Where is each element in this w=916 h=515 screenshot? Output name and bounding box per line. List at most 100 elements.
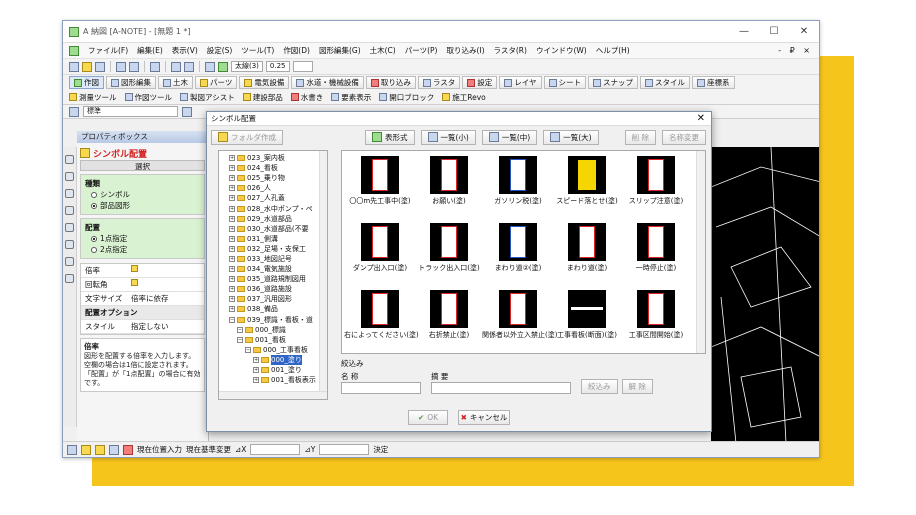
expand-icon[interactable]: + — [229, 245, 235, 252]
tool-icon-7[interactable] — [65, 257, 74, 266]
tree-hscrollbar[interactable] — [219, 391, 327, 399]
radio-two-point[interactable]: 2点指定 — [91, 244, 200, 255]
tab-layer[interactable]: レイヤ — [499, 76, 542, 89]
undo-icon[interactable] — [171, 61, 181, 72]
print-icon[interactable] — [150, 61, 160, 72]
tree-node[interactable]: +037_汎用図形 — [223, 294, 327, 304]
symbol-item[interactable]: 〇〇m先工事中(塗) — [344, 153, 416, 217]
tab-import[interactable]: 取り込み — [365, 76, 416, 89]
view-small-button[interactable]: 一覧(小) — [420, 129, 476, 145]
ortho-icon[interactable] — [95, 444, 105, 455]
maximize-button[interactable]: ☐ — [759, 26, 789, 37]
tree-node[interactable]: +035_道路規制図用 — [223, 274, 327, 284]
confirm-button[interactable]: 決定 — [373, 444, 388, 455]
snap-mode-icon[interactable] — [81, 444, 91, 455]
tool-icon-8[interactable] — [65, 274, 74, 283]
tree-node[interactable]: +034_電気施設 — [223, 264, 327, 274]
symbol-item[interactable]: 右折禁止(塗) — [413, 287, 485, 351]
open-icon[interactable] — [82, 61, 92, 72]
tab-parts[interactable]: パーツ — [195, 76, 238, 89]
cancel-button[interactable]: ✖ キャンセル — [458, 410, 510, 425]
view-large-button[interactable]: 一覧(大) — [543, 129, 599, 145]
expand-icon[interactable]: + — [229, 286, 235, 293]
tree-node[interactable]: +036_道路施設 — [223, 284, 327, 294]
tree-node[interactable]: +025_乗り物 — [223, 173, 327, 183]
tree-node[interactable]: +026_人 — [223, 183, 327, 193]
status-mode1[interactable]: 現在位置入力 — [137, 444, 182, 455]
expand-icon[interactable]: + — [229, 255, 235, 262]
expand-icon[interactable]: + — [229, 276, 235, 283]
tab-revo[interactable]: 施工Revo — [442, 92, 486, 103]
tree-node[interactable]: +001_看板表示 — [223, 375, 327, 385]
tab-raster[interactable]: ラスタ — [417, 76, 461, 89]
dy-input[interactable] — [319, 444, 370, 455]
symbol-item[interactable]: まわり道(塗) — [551, 220, 623, 284]
drawing-canvas[interactable] — [711, 147, 819, 443]
menu-import[interactable]: 取り込み(I) — [446, 45, 484, 56]
expand-icon[interactable]: + — [253, 367, 259, 374]
symbol-item[interactable]: 工事区間開始(塗) — [620, 287, 692, 351]
tree-node[interactable]: +024_看板 — [223, 163, 327, 173]
filter-desc-input[interactable] — [431, 382, 571, 394]
table-icon[interactable] — [123, 444, 133, 455]
tab-civil[interactable]: 土木 — [158, 76, 193, 89]
view-table-button[interactable]: 表形式 — [365, 129, 415, 145]
expand-icon[interactable]: + — [229, 235, 235, 242]
delete-button[interactable]: 削 除 — [624, 129, 656, 145]
expand-icon[interactable]: + — [229, 215, 235, 222]
tree-node[interactable]: +029_水道部品 — [223, 214, 327, 224]
tab-coord[interactable]: 座標系 — [692, 76, 735, 89]
tab-electric[interactable]: 電気設備 — [239, 76, 290, 89]
tree-node[interactable]: +001_塗り — [223, 365, 327, 375]
status-mode2[interactable]: 現在基準変更 — [186, 444, 231, 455]
grid-scrollbar[interactable] — [696, 151, 705, 353]
tab-construction-parts[interactable]: 建設部品 — [242, 92, 283, 103]
row-scale[interactable]: 倍率 — [81, 264, 204, 278]
tree-node[interactable]: +023_案内板 — [223, 153, 327, 163]
new-icon[interactable] — [69, 61, 79, 72]
menu-parts[interactable]: パーツ(P) — [405, 45, 438, 56]
symbol-item[interactable]: 関係者以外立入禁止(塗) — [482, 287, 557, 351]
row-style[interactable]: スタイル 指定しない — [81, 320, 204, 334]
expand-icon[interactable]: + — [253, 377, 259, 384]
tab-settings[interactable]: 設定 — [462, 76, 498, 89]
tree-node[interactable]: +032_足場・支保工 — [223, 244, 327, 254]
symbol-item[interactable]: トラック出入口(塗) — [413, 220, 485, 284]
symbol-item[interactable]: スリップ注意(塗) — [620, 153, 692, 217]
tool-icon-4[interactable] — [65, 206, 74, 215]
create-folder-button[interactable]: フォルダ作成 — [211, 129, 283, 145]
tab-draw-tools[interactable]: 作図ツール — [124, 92, 172, 103]
help-icon[interactable] — [205, 61, 215, 72]
tab-opening-block[interactable]: 開口ブロック — [379, 92, 434, 103]
expand-icon[interactable]: − — [237, 326, 243, 333]
close-button[interactable]: ✕ — [789, 26, 819, 37]
symbol-item[interactable]: ガソリン税(塗) — [482, 153, 554, 217]
tree-node[interactable]: − 000_標識 — [223, 325, 327, 335]
circle-icon[interactable] — [109, 444, 119, 455]
row-text-size[interactable]: 文字サイズ 倍率に依存 — [81, 292, 204, 306]
symbol-item[interactable]: まわり道②(塗) — [482, 220, 554, 284]
symbol-item[interactable]: 右によってください(塗) — [344, 287, 419, 351]
expand-icon[interactable]: − — [229, 316, 235, 323]
tool-icon-1[interactable] — [65, 155, 74, 164]
menu-file[interactable]: ファイル(F) — [88, 45, 128, 56]
menu-window[interactable]: ウインドウ(W) — [536, 45, 587, 56]
expand-icon[interactable]: + — [229, 175, 235, 182]
expand-icon[interactable]: + — [229, 225, 235, 232]
tree-node[interactable]: +033_地図記号 — [223, 254, 327, 264]
filter-name-input[interactable] — [341, 382, 421, 394]
tree-node[interactable]: − 039_標識・看板・道 — [223, 315, 327, 325]
radio-part-shape[interactable]: 部品図形 — [91, 200, 200, 211]
symbol-grid[interactable]: 〇〇m先工事中(塗) お願い(塗) ガソリン税(塗) スピード落とせ(塗) スリップ注意… — [341, 150, 706, 354]
line-width-combo[interactable]: 太線(3) — [231, 61, 263, 72]
tab-element-display[interactable]: 要素表示 — [331, 92, 371, 103]
menu-raster[interactable]: ラスタ(R) — [494, 45, 527, 56]
tool-icon-5[interactable] — [65, 223, 74, 232]
expand-icon[interactable]: + — [229, 165, 235, 172]
layer-combo[interactable]: 標準 — [83, 106, 178, 117]
tree-node[interactable]: +038_備品 — [223, 304, 327, 314]
symbol-item[interactable]: 一時停止(塗) — [620, 220, 692, 284]
tool-icon-6[interactable] — [65, 240, 74, 249]
dx-input[interactable] — [250, 444, 301, 455]
radio-one-point[interactable]: 1点指定 — [91, 233, 200, 244]
